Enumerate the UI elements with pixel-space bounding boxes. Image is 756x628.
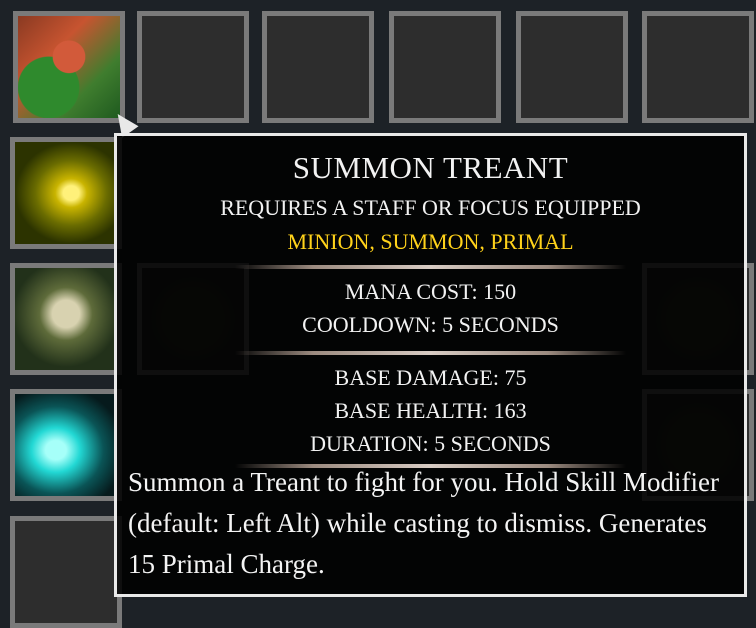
duration: DURATION: 5 SECONDS bbox=[310, 431, 551, 456]
skill-slot-empty[interactable] bbox=[389, 11, 501, 123]
base-damage: BASE DAMAGE: 75 bbox=[334, 365, 527, 390]
base-health: BASE HEALTH: 163 bbox=[334, 398, 527, 423]
skill-slot-empty[interactable] bbox=[262, 11, 374, 123]
skill-slot-cyan-slash[interactable] bbox=[10, 389, 122, 501]
skill-slot-empty[interactable] bbox=[10, 516, 122, 628]
divider bbox=[235, 351, 626, 355]
divider bbox=[235, 265, 626, 269]
skill-slot-empty[interactable] bbox=[516, 11, 628, 123]
skill-slot-yellow-swirl[interactable] bbox=[10, 137, 122, 249]
skill-requirement: REQUIRES A STAFF OR FOCUS EQUIPPED bbox=[220, 195, 641, 220]
cooldown: COOLDOWN: 5 SECONDS bbox=[302, 312, 559, 337]
skill-title: SUMMON TREANT bbox=[292, 150, 569, 185]
skill-tooltip: SUMMON TREANT REQUIRES A STAFF OR FOCUS … bbox=[114, 133, 747, 597]
skill-slot-empty[interactable] bbox=[137, 11, 249, 123]
cost-block: MANA COST: 150 COOLDOWN: 5 SECONDS bbox=[117, 275, 744, 341]
skill-tags: MINION, SUMMON, PRIMAL bbox=[287, 229, 574, 254]
stats-block: BASE DAMAGE: 75 BASE HEALTH: 163 DURATIO… bbox=[117, 361, 744, 460]
skill-slot-summon-treant[interactable] bbox=[13, 11, 139, 138]
skill-description: Summon a Treant to fight for you. Hold S… bbox=[128, 467, 719, 579]
skill-slot-armored-summon[interactable] bbox=[10, 263, 122, 375]
mana-cost: MANA COST: 150 bbox=[344, 279, 517, 304]
skill-slot-empty[interactable] bbox=[642, 11, 754, 123]
